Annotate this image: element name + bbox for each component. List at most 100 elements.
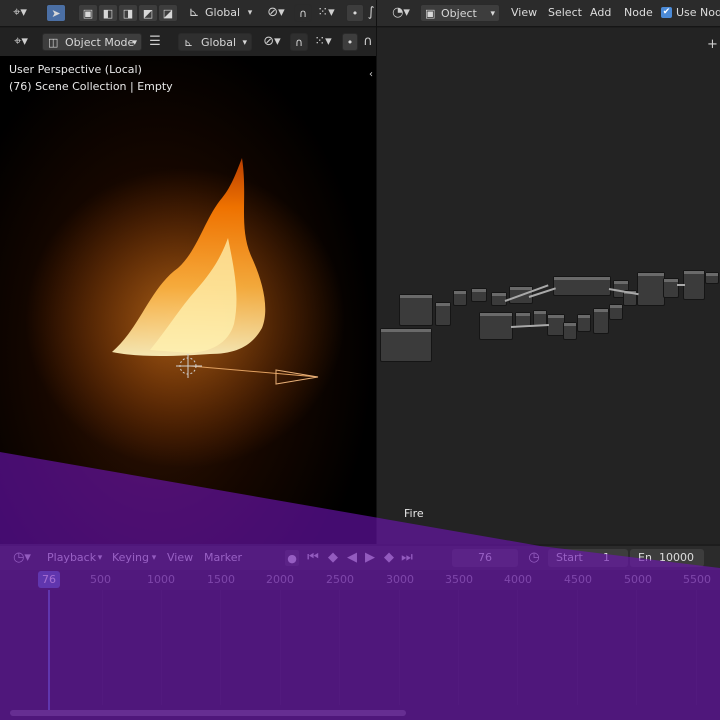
viewport-collection-label: (76) Scene Collection | Empty — [9, 80, 173, 93]
timeline-menu-marker[interactable]: Marker — [204, 550, 242, 566]
select-box-mode[interactable]: ▣ — [78, 4, 98, 22]
record-button[interactable]: ● — [284, 549, 300, 567]
timeline-scrollbar[interactable] — [10, 710, 406, 716]
jump-start-icon[interactable]: ⏮ — [304, 549, 322, 567]
timeline-area[interactable] — [0, 590, 720, 720]
current-frame-field[interactable]: 76 — [452, 549, 518, 567]
circle-icon: • — [351, 7, 359, 20]
node[interactable] — [609, 304, 623, 320]
grid-line — [696, 590, 697, 705]
ruler-mark: 500 — [90, 573, 111, 586]
ruler-mark: 5000 — [624, 573, 652, 586]
snap-toggle[interactable]: ∩ — [290, 33, 308, 51]
grid-line — [161, 590, 162, 705]
use-nodes-checkbox[interactable]: ✔ — [661, 7, 672, 18]
clock-icon[interactable]: ◷ — [526, 549, 542, 567]
ruler-mark: 2500 — [326, 573, 354, 586]
viewport-header: ⌖▾ ◫ Object Mode ▾ ☰ ⊾ Global ▾ ⊘▾ ∩ ⁙▾ • ∩ — [0, 28, 376, 56]
node[interactable] — [593, 308, 609, 334]
snap-grid-icon[interactable]: ⁙▾ — [310, 33, 336, 51]
snap-grid-icon[interactable]: ⁙▾ — [314, 4, 338, 22]
select-extend-mode[interactable]: ◧ — [98, 4, 118, 22]
editor-type-icon[interactable]: ⌖▾ — [6, 33, 36, 51]
end-frame-field[interactable]: En 10000 — [630, 549, 704, 567]
select-intersect-mode[interactable]: ◪ — [158, 4, 178, 22]
select-subtract-mode[interactable]: ◨ — [118, 4, 138, 22]
grid-line — [636, 590, 637, 705]
object-mode-select[interactable]: ◫ Object Mode ▾ — [42, 33, 142, 51]
top-header-bar: ⌖▾ ➤ ▣ ◧ ◨ ◩ ◪ ⊾ Global ▾ ⊘▾ ∩ ⁙▾ • ∫ ◔▾… — [0, 0, 720, 27]
node[interactable] — [471, 288, 487, 302]
grid-line — [399, 590, 400, 705]
cursor-icon: ➤ — [51, 7, 61, 20]
viewport-perspective-label: User Perspective (Local) — [9, 63, 142, 76]
node[interactable] — [705, 272, 719, 284]
clock-icon[interactable]: ◷▾ — [8, 549, 36, 567]
orientation-icon[interactable]: ⌖▾ — [6, 4, 34, 22]
node-editor[interactable]: + Fire — [377, 28, 720, 544]
node[interactable] — [577, 314, 591, 332]
playhead-line[interactable] — [48, 590, 50, 712]
menu-select[interactable]: Select — [548, 5, 582, 21]
object-mode-icon: ◫ — [48, 36, 59, 49]
3d-viewport[interactable]: ⌖▾ ◫ Object Mode ▾ ☰ ⊾ Global ▾ ⊘▾ ∩ ⁙▾ • ∩ … — [0, 28, 376, 544]
node[interactable] — [637, 272, 665, 306]
play-reverse-icon[interactable]: ◀ — [344, 549, 360, 567]
viewport-transform-select[interactable]: ⊾ Global ▾ — [178, 33, 252, 51]
transform-orientation-icon: ⊾ — [184, 36, 194, 49]
timeline-menu-view[interactable]: View — [167, 550, 193, 566]
transform-orientation-icon: ⊾ — [188, 5, 200, 20]
node[interactable] — [479, 312, 513, 340]
object-icon: ▣ — [425, 7, 436, 20]
node[interactable] — [553, 276, 611, 296]
node[interactable] — [563, 322, 577, 340]
next-keyframe-icon[interactable]: ◆ — [380, 549, 398, 567]
node[interactable] — [663, 278, 679, 298]
ruler-mark: 3500 — [445, 573, 473, 586]
start-frame-field[interactable]: Start 1 — [548, 549, 628, 567]
prev-keyframe-icon[interactable]: ◆ — [324, 549, 342, 567]
chevron-down-icon: ▾ — [490, 9, 495, 19]
menu-view[interactable]: View — [511, 5, 537, 21]
node[interactable] — [380, 328, 432, 362]
playhead-indicator[interactable]: 76 — [38, 571, 60, 588]
menu-hamburger-icon[interactable]: ☰ — [148, 33, 162, 51]
node[interactable] — [435, 302, 451, 326]
node[interactable] — [683, 270, 705, 300]
jump-end-icon[interactable]: ⏭ — [398, 549, 416, 567]
grid-line — [220, 590, 221, 705]
object-selector[interactable]: Object ▣ ▾ — [420, 4, 500, 22]
proportional-edit-toggle[interactable]: • — [342, 33, 358, 51]
select-cursor-button[interactable]: ➤ — [46, 4, 66, 22]
record-icon: ● — [287, 552, 297, 565]
falloff-icon[interactable]: ∫ — [366, 4, 376, 22]
chevron-down-icon: ▾ — [247, 8, 253, 18]
node[interactable] — [399, 294, 433, 326]
node-editor-type-icon[interactable]: ◔▾ — [388, 4, 414, 22]
menu-node[interactable]: Node — [624, 5, 653, 21]
grid-line — [458, 590, 459, 705]
node-tree-name-label: Fire — [404, 507, 424, 520]
timeline-menu-playback[interactable]: Playback — [47, 550, 96, 566]
ruler-mark: 4000 — [504, 573, 532, 586]
timeline-ruler[interactable]: 76 500 1000 1500 2000 2500 3000 3500 400… — [0, 570, 720, 590]
node[interactable] — [453, 290, 467, 306]
falloff-icon[interactable]: ∩ — [362, 33, 374, 51]
ruler-mark: 4500 — [564, 573, 592, 586]
play-icon[interactable]: ▶ — [362, 549, 378, 567]
grid-line — [517, 590, 518, 705]
transform-orientation-select[interactable]: Global — [205, 5, 240, 21]
menu-add[interactable]: Add — [590, 5, 611, 21]
chevron-left-icon[interactable]: ‹ — [366, 66, 376, 84]
chevron-down-icon: ▾ — [132, 38, 137, 48]
use-nodes-label: Use Nodes — [676, 6, 720, 19]
plus-icon[interactable]: + — [707, 36, 718, 54]
chevron-down-icon: ▾ — [242, 38, 247, 48]
magnet-icon[interactable]: ∩ — [294, 4, 312, 22]
pivot-icon[interactable]: ⊘▾ — [258, 33, 286, 51]
proportional-edit-button[interactable]: • — [346, 4, 364, 22]
pivot-icon[interactable]: ⊘▾ — [262, 4, 290, 22]
ruler-mark: 1500 — [207, 573, 235, 586]
select-invert-mode[interactable]: ◩ — [138, 4, 158, 22]
timeline-menu-keying[interactable]: Keying — [112, 550, 149, 566]
